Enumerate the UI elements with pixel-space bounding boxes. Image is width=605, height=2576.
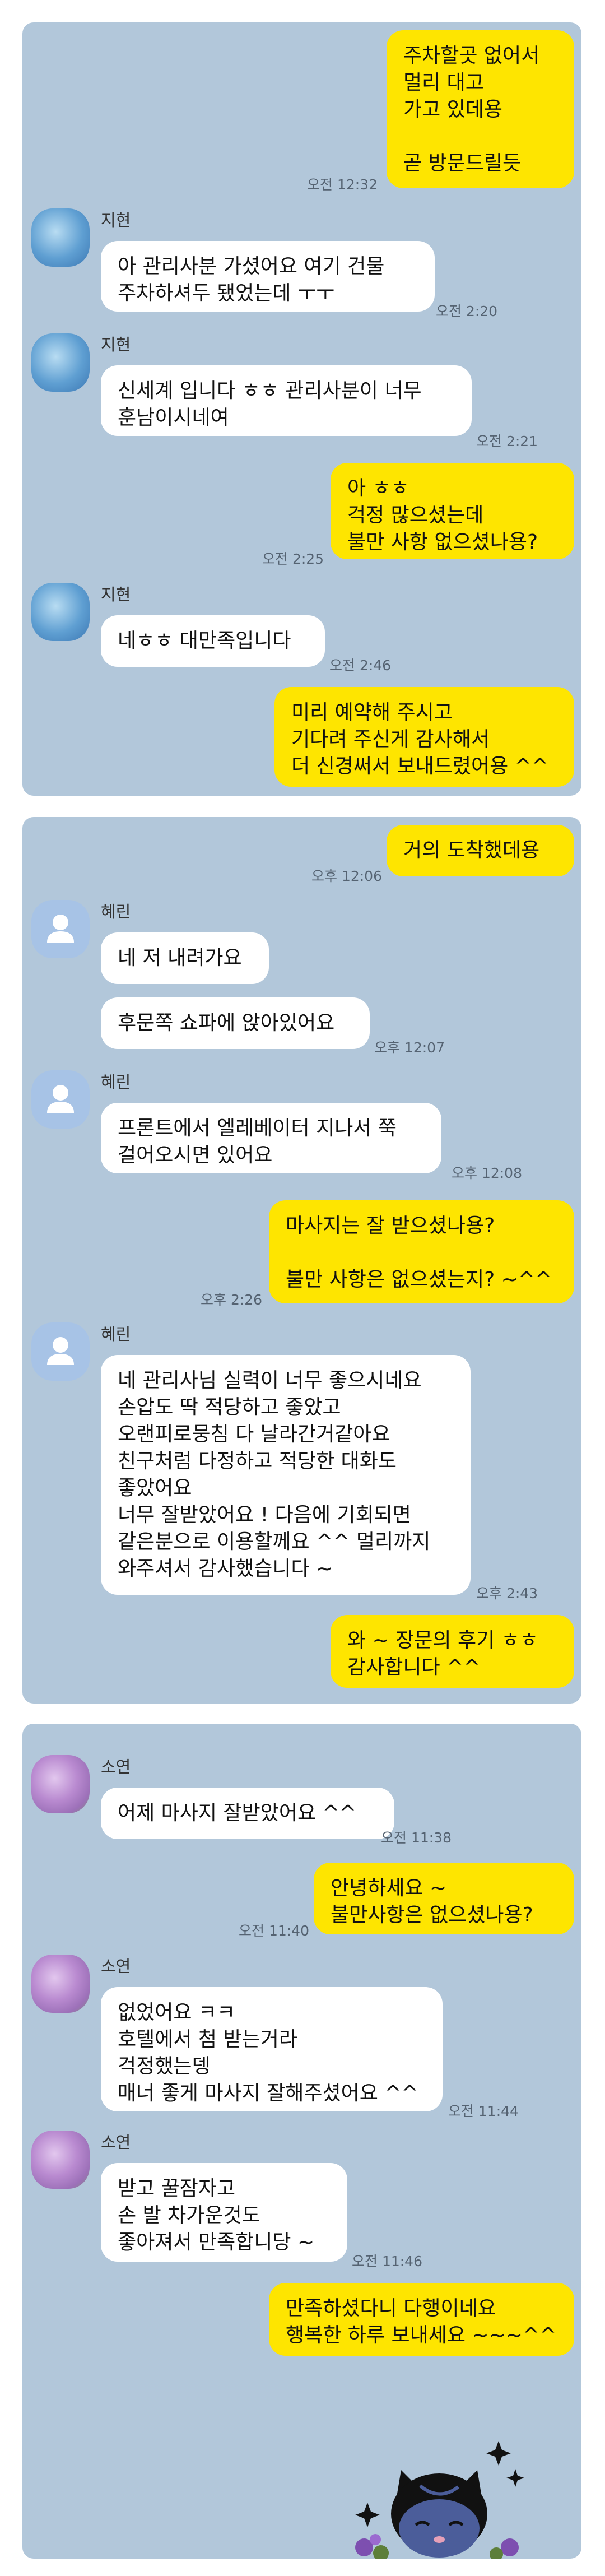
message-time: 오전 11:40 [239,1923,309,1939]
sender-name: 소연 [101,2133,131,2152]
avatar[interactable] [31,333,90,392]
my-message[interactable]: 마사지는 잘 받으셨나용? 불만 사항은 없으셨는지? ~^^ [269,1200,574,1303]
message-time: 오전 2:46 [329,657,392,674]
my-message[interactable]: 와 ~ 장문의 후기 ㅎㅎ 감사합니다 ^^ [331,1615,574,1688]
sender-name: 혜린 [101,1073,131,1092]
message-time: 오전 2:25 [262,551,324,567]
their-message[interactable]: 아 관리사분 가셨어요 여기 건물 주차하셔두 됐었는데 ㅜㅜ [101,241,435,312]
avatar[interactable] [31,583,90,641]
sender-name: 지현 [101,335,131,354]
person-silhouette-icon [47,1085,74,1113]
their-message[interactable]: 신세계 입니다 ㅎㅎ 관리사분이 너무 훈남이시네여 [101,365,472,436]
my-message[interactable]: 안녕하세요 ~ 불만사항은 없으셨나용? [314,1863,574,1934]
message-time: 오전 12:32 [307,177,378,193]
avatar[interactable] [31,1322,90,1381]
avatar[interactable] [31,208,90,267]
avatar[interactable] [31,1755,90,1813]
message-time: 오후 2:26 [201,1292,263,1308]
message-time: 오전 2:20 [436,303,498,319]
message-time: 오후 12:08 [452,1165,522,1181]
message-time: 오후 12:06 [311,868,382,884]
their-message[interactable]: 네 관리사님 실력이 너무 좋으시네요 손압도 딱 적당하고 좋았고 오랜피로뭉… [101,1355,471,1595]
sender-name: 혜린 [101,902,131,921]
chat-panel-3: 소연 어제 마사지 잘받았어요 ^^ 오전 11:38 안녕하세요 ~ 불만사항… [22,1724,581,2559]
their-message[interactable]: 없었어요 ㅋㅋ 호텔에서 첨 받는거라 걱정했는뎅 매너 좋게 마사지 잘해주셨… [101,1987,443,2111]
kakao-neo-cat-sticker-icon[interactable] [347,2435,532,2559]
avatar[interactable] [31,2131,90,2189]
avatar[interactable] [31,1070,90,1129]
avatar[interactable] [31,1955,90,2013]
my-message[interactable]: 아 ㅎㅎ 걱정 많으셨는데 불만 사항 없으셨나용? [331,463,574,559]
message-time: 오후 12:07 [374,1039,445,1056]
sender-name: 소연 [101,1757,131,1776]
message-time: 오후 2:43 [476,1585,538,1602]
sender-name: 혜린 [101,1325,131,1344]
message-time: 오전 11:44 [448,2103,519,2119]
sender-name: 소연 [101,1957,131,1976]
my-message[interactable]: 만족하셨다니 다행이네요 행복한 하루 보내세요 ~~~^^ [269,2283,574,2356]
sender-name: 지현 [101,211,131,230]
their-message[interactable]: 프론트에서 엘레베이터 지나서 쭉 걸어오시면 있어요 [101,1103,441,1173]
my-message[interactable]: 미리 예약해 주시고 기다려 주신게 감사해서 더 신경써서 보내드렸어용 ^^ [274,687,574,787]
their-message[interactable]: 네ㅎㅎ 대만족입니다 [101,615,325,667]
message-time: 오전 11:46 [352,2253,422,2269]
their-message[interactable]: 네 저 내려가요 [101,932,269,984]
chat-panel-1: 주차할곳 없어서 멀리 대고 가고 있데용 곧 방문드릴듯 오전 12:32 지… [22,22,581,796]
their-message[interactable]: 후문쪽 쇼파에 앉아있어요 [101,997,370,1049]
chat-panel-2: 거의 도착했데용 오후 12:06 혜린 네 저 내려가요 후문쪽 쇼파에 앉아… [22,817,581,1704]
message-time: 오전 11:38 [381,1830,452,1846]
person-silhouette-icon [47,1337,74,1365]
sender-name: 지현 [101,585,131,604]
avatar[interactable] [31,900,90,958]
my-message[interactable]: 거의 도착했데용 [387,825,574,876]
message-time: 오전 2:21 [476,433,538,449]
person-silhouette-icon [47,915,74,943]
their-message[interactable]: 받고 꿀잠자고 손 발 차가운것도 좋아져서 만족합니당 ~ [101,2163,347,2262]
my-message[interactable]: 주차할곳 없어서 멀리 대고 가고 있데용 곧 방문드릴듯 [387,30,574,188]
their-message[interactable]: 어제 마사지 잘받았어요 ^^ [101,1788,394,1839]
